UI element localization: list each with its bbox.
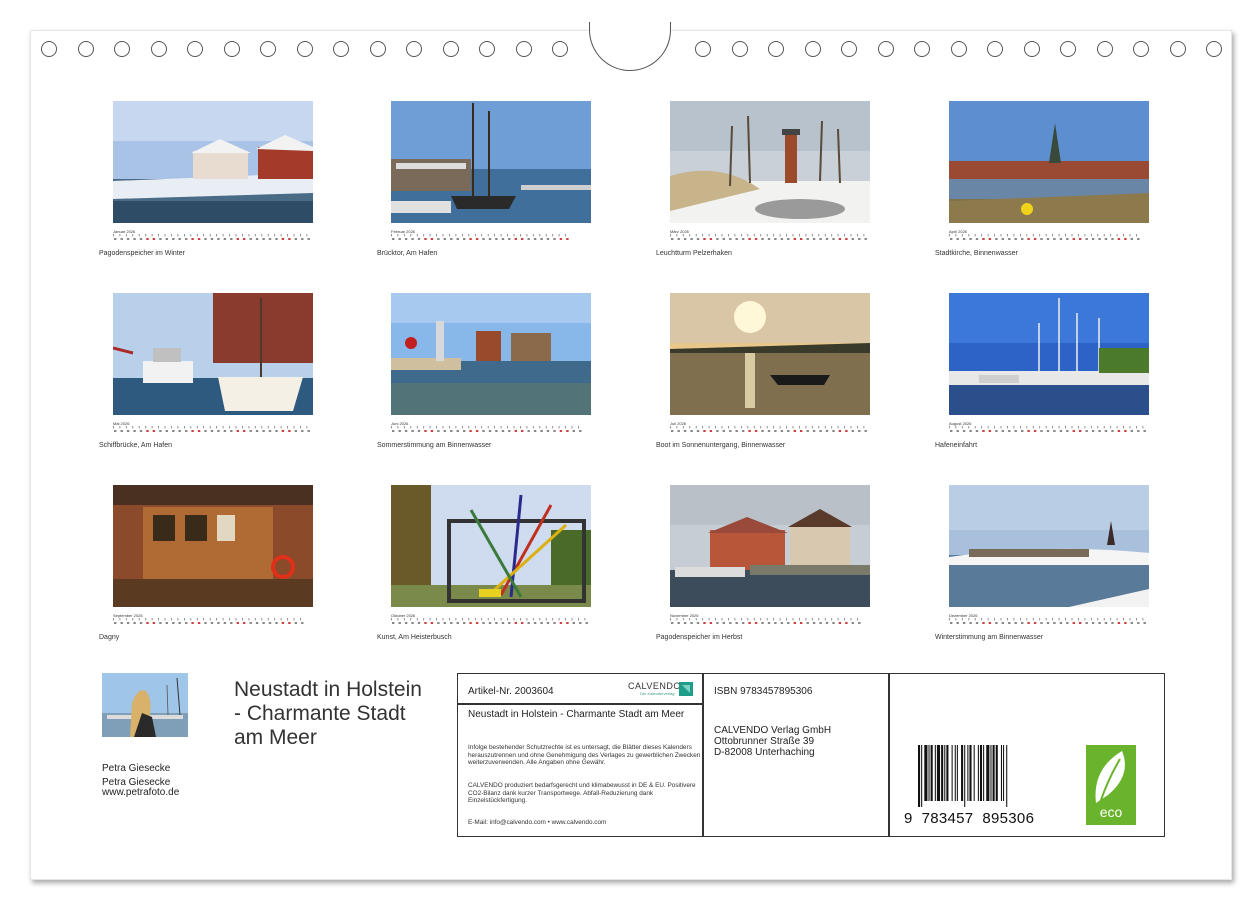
month-calendar-strip	[670, 234, 870, 241]
month-calendar-strip	[113, 234, 313, 241]
binding-hole	[442, 41, 459, 57]
binding-hole	[804, 41, 821, 57]
binding-hole	[1023, 41, 1040, 57]
binding-hole	[950, 41, 967, 57]
month-caption: Pagodenspeicher im Winter	[99, 250, 185, 257]
month-photo	[949, 293, 1149, 415]
binding-hole	[333, 41, 349, 57]
month-calendar-strip	[949, 426, 1149, 433]
binding-hole	[768, 41, 784, 57]
author-name: Petra Giesecke	[102, 763, 171, 774]
binding-hole	[841, 41, 857, 57]
month-calendar-strip	[391, 426, 591, 433]
author-website: www.petrafoto.de	[102, 787, 180, 798]
month-caption: Boot im Sonnenuntergang, Binnenwasser	[656, 442, 786, 449]
binding-hole	[41, 41, 57, 57]
binding-hole	[1060, 41, 1076, 57]
month-caption: Schiffbrücke, Am Hafen	[99, 442, 173, 449]
month-caption: Dagny	[99, 634, 120, 641]
month-caption: Stadtkirche, Binnenwasser	[935, 250, 1018, 257]
month-photo	[391, 101, 591, 223]
binding-hole	[114, 41, 130, 57]
calvendo-logo: CALVENDO	[628, 681, 681, 691]
binding-hole	[1206, 41, 1222, 57]
binding-hole	[223, 41, 240, 57]
month-calendar-strip	[113, 426, 313, 433]
month-photo	[949, 485, 1149, 607]
month-photo	[391, 485, 591, 607]
month-photo	[670, 293, 870, 415]
month-photo	[391, 293, 591, 415]
binding-hole	[406, 41, 422, 57]
month-calendar-strip	[670, 426, 870, 433]
binding-hole	[77, 41, 94, 57]
binding-hole	[479, 41, 495, 57]
binding-hole	[877, 41, 894, 57]
month-caption: Leuchtturm Pelzerhaken	[656, 250, 732, 257]
month-calendar-strip	[391, 618, 591, 625]
calvendo-logo-icon	[679, 682, 693, 696]
binding-hole	[150, 41, 167, 57]
month-photo	[670, 485, 870, 607]
month-caption: Sommerstimmung am Binnenwasser	[377, 442, 492, 449]
author-photo	[102, 673, 188, 737]
month-photo	[113, 293, 313, 415]
binding-hole	[731, 41, 748, 57]
isbn: ISBN 9783457895306	[714, 686, 813, 697]
binding-hole	[987, 41, 1003, 57]
barcode	[918, 745, 1008, 807]
month-calendar-strip	[670, 618, 870, 625]
product-title: Neustadt in Holstein - Charmante Stadt a…	[468, 709, 685, 720]
binding-hole	[260, 41, 276, 57]
publisher-name: CALVENDO Verlag GmbH	[714, 725, 832, 736]
month-photo	[113, 101, 313, 223]
eco-label: eco	[1099, 804, 1123, 820]
product-info-box: Artikel-Nr. 2003604 CALVENDO Der Kalende…	[457, 673, 1165, 837]
binding-hole	[187, 41, 203, 57]
month-caption: Brücktor, Am Hafen	[377, 250, 438, 257]
eco-notice: CALVENDO produziert bedarfsgerecht und k…	[468, 782, 696, 804]
article-number: Artikel-Nr. 2003604	[468, 686, 554, 697]
calendar-title: Neustadt in Holstein - Charmante Stadt a…	[234, 678, 422, 749]
month-caption: Kunst, Am Heisterbusch	[377, 634, 452, 641]
binding-hole	[296, 41, 313, 57]
month-calendar-strip	[113, 618, 313, 625]
legal-notice: Infolge bestehender Schutzrechte ist es …	[468, 744, 701, 766]
month-calendar-strip	[949, 618, 1149, 625]
publisher-city: D-82008 Unterhaching	[714, 747, 815, 758]
month-photo	[949, 101, 1149, 223]
month-calendar-strip	[391, 234, 591, 241]
leaf-icon	[1095, 751, 1125, 804]
binding-hole	[914, 41, 930, 57]
binding-hole	[552, 41, 568, 57]
binding-hole	[1096, 41, 1113, 57]
month-caption: Hafeneinfahrt	[935, 442, 978, 449]
publisher-street: Ottobrunner Straße 39	[714, 736, 815, 747]
month-photo	[670, 101, 870, 223]
month-caption: Pagodenspeicher im Herbst	[656, 634, 743, 641]
eco-badge: eco	[1086, 745, 1136, 825]
binding-hole	[1133, 41, 1149, 57]
contact-line: E-Mail: info@calvendo.com • www.calvendo…	[468, 819, 607, 826]
month-calendar-strip	[949, 234, 1149, 241]
month-photo	[113, 485, 313, 607]
barcode-digits: 9 783457 895306	[904, 810, 1035, 827]
binding-hole	[695, 41, 711, 57]
calvendo-tagline: Der Kalenderverlag	[640, 691, 675, 696]
author-info: Petra Giesecke Petra Giesecke www.petraf…	[102, 763, 179, 799]
binding-hole	[515, 41, 532, 57]
month-caption: Winterstimmung am Binnenwasser	[935, 634, 1044, 641]
binding-hole	[1169, 41, 1186, 57]
binding-hole	[369, 41, 386, 57]
